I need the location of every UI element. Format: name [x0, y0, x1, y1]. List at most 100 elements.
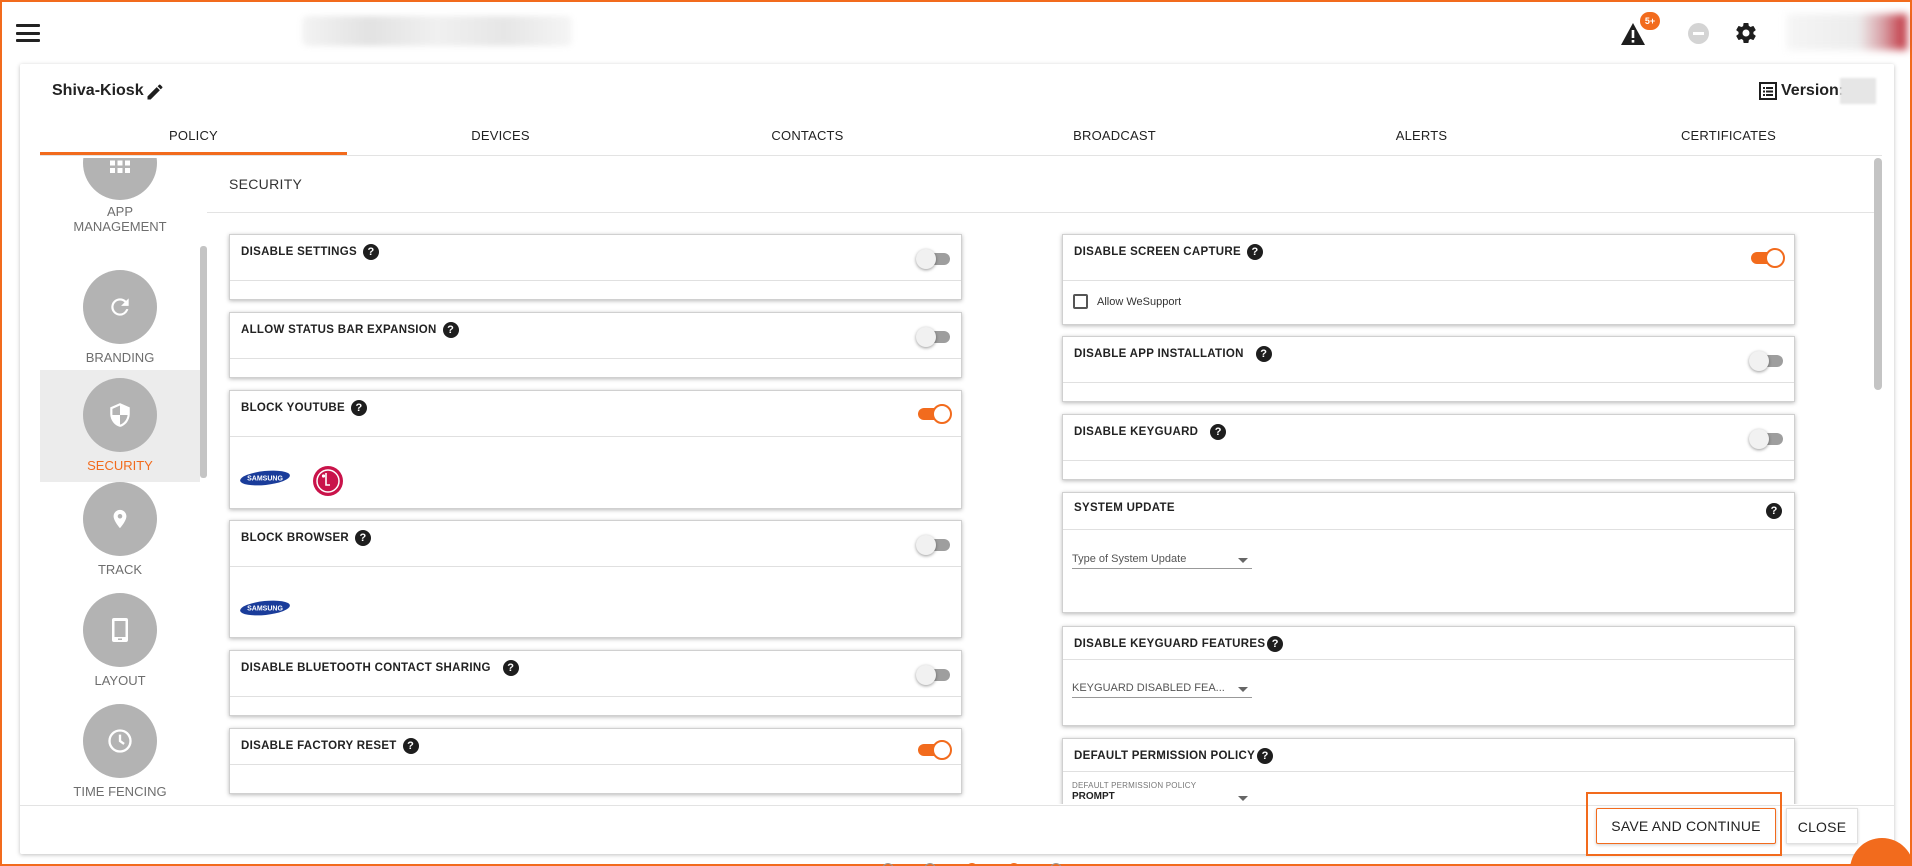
sidebar-label-track: TRACK [97, 562, 143, 577]
version-info: Version: [1759, 82, 1844, 100]
security-settings-main: SECURITY DISABLE SETTINGS ? ALLOW STATUS… [207, 158, 1875, 804]
panel-disable-screen-capture: DISABLE SCREEN CAPTURE ? Allow WeSupport [1062, 234, 1795, 325]
tab-devices[interactable]: DEVICES [347, 120, 654, 155]
panel-title: DISABLE APP INSTALLATION ? [1074, 346, 1272, 362]
help-icon[interactable]: ? [1255, 346, 1272, 362]
panel-title-text: DEFAULT PERMISSION POLICY [1074, 750, 1256, 762]
tab-policy[interactable]: POLICY [40, 120, 347, 155]
clock-icon [83, 704, 157, 778]
hamburger-icon[interactable] [16, 24, 40, 42]
sidebar-item-time-fencing[interactable]: TIME FENCING [40, 704, 200, 804]
panel-disable-settings: DISABLE SETTINGS ? [229, 234, 962, 300]
default-permission-select[interactable]: PROMPT [1072, 791, 1252, 804]
sidebar-label-management: MANAGEMENT [73, 219, 167, 234]
panel-disable-app-installation: DISABLE APP INSTALLATION ? [1062, 336, 1795, 402]
policy-tabs: POLICY DEVICES CONTACTS BROADCAST ALERTS… [40, 120, 1882, 156]
section-divider [207, 212, 1875, 213]
shield-icon [83, 378, 157, 452]
panel-title-text: DISABLE FACTORY RESET [241, 740, 397, 752]
panel-title-text: DISABLE SCREEN CAPTURE [1074, 246, 1241, 258]
help-icon[interactable]: ? [355, 530, 372, 546]
select-placeholder: Type of System Update [1072, 553, 1187, 565]
panel-title-text: BLOCK BROWSER [241, 532, 350, 544]
sidebar-item-security[interactable]: SECURITY [40, 370, 200, 482]
panel-title-text: DISABLE APP INSTALLATION [1074, 348, 1244, 360]
tab-broadcast[interactable]: BROADCAST [961, 120, 1268, 155]
toggle-disable-factory-reset[interactable] [916, 739, 952, 760]
svg-text:SAMSUNG: SAMSUNG [247, 606, 283, 613]
tab-contacts[interactable]: CONTACTS [654, 120, 961, 155]
lg-logo [313, 466, 343, 496]
panel-title-text: BLOCK YOUTUBE [241, 402, 345, 414]
toggle-block-youtube[interactable] [916, 403, 952, 424]
panel-keyguard-features: DISABLE KEYGUARD FEATURES ? KEYGUARD DIS… [1062, 626, 1795, 726]
help-icon[interactable]: ? [1246, 244, 1263, 260]
panel-block-youtube: BLOCK YOUTUBE ? SAMSUNG [229, 390, 962, 509]
toggle-disable-bluetooth[interactable] [916, 664, 952, 685]
help-icon[interactable]: ? [1766, 503, 1782, 519]
chevron-down-icon [1238, 796, 1248, 801]
help-icon[interactable]: ? [351, 400, 367, 416]
list-icon [1759, 82, 1777, 100]
blurred-version-value [1840, 78, 1876, 104]
allow-wesupport-label: Allow WeSupport [1097, 296, 1182, 308]
gear-icon[interactable] [1734, 21, 1758, 45]
system-update-select[interactable]: Type of System Update [1072, 553, 1252, 569]
tab-certificates[interactable]: CERTIFICATES [1575, 120, 1882, 155]
sidenav-scrollbar[interactable] [200, 246, 207, 478]
panel-title: DISABLE KEYGUARD ? [1074, 424, 1227, 440]
panel-title: DISABLE FACTORY RESET ? [241, 738, 419, 754]
panel-system-update: SYSTEM UPDATE ? Type of System Update [1062, 492, 1795, 613]
sidebar-label-branding: BRANDING [85, 350, 155, 365]
panel-title: DISABLE BLUETOOTH CONTACT SHARING ? [241, 660, 519, 676]
phone-icon [83, 593, 157, 667]
sidebar-item-app-management[interactable]: APP MANAGEMENT [40, 158, 200, 238]
keyguard-features-select[interactable]: KEYGUARD DISABLED FEA... [1072, 682, 1252, 698]
toggle-disable-keyguard[interactable] [1749, 428, 1785, 449]
tab-alerts[interactable]: ALERTS [1268, 120, 1575, 155]
help-icon[interactable]: ? [442, 322, 459, 338]
toggle-allow-status-bar[interactable] [916, 326, 952, 347]
allow-wesupport-checkbox[interactable] [1073, 294, 1088, 309]
panel-title: DISABLE KEYGUARD FEATURES ? [1074, 636, 1284, 652]
settings-sidenav: APP MANAGEMENT BRANDING SECURITY TRACK L… [40, 158, 200, 804]
sidebar-item-layout[interactable]: LAYOUT [40, 593, 200, 705]
toggle-disable-screen-capture[interactable] [1749, 247, 1785, 268]
sidebar-item-branding[interactable]: BRANDING [40, 270, 200, 382]
toggle-disable-app-installation[interactable] [1749, 350, 1785, 371]
pencil-icon[interactable] [145, 82, 165, 102]
help-icon[interactable]: ? [402, 738, 419, 754]
panel-title-text: DISABLE SETTINGS [241, 246, 357, 258]
samsung-logo: SAMSUNG [240, 470, 290, 486]
panel-disable-bluetooth-contact: DISABLE BLUETOOTH CONTACT SHARING ? [229, 650, 962, 716]
panel-title: DISABLE SCREEN CAPTURE ? [1074, 244, 1263, 260]
help-icon[interactable]: ? [1210, 424, 1227, 440]
blurred-org-title [302, 16, 572, 46]
panel-title: ALLOW STATUS BAR EXPANSION ? [241, 322, 459, 338]
location-pin-icon [83, 482, 157, 556]
help-icon[interactable]: ? [502, 660, 519, 676]
default-permission-field-label: DEFAULT PERMISSION POLICY [1072, 781, 1197, 790]
panel-title-text: DISABLE KEYGUARD FEATURES [1074, 638, 1266, 650]
help-icon[interactable]: ? [362, 244, 379, 260]
panel-title: DEFAULT PERMISSION POLICY ? [1074, 748, 1274, 764]
panel-title-text: DISABLE KEYGUARD [1074, 426, 1199, 438]
toggle-disable-settings[interactable] [916, 248, 952, 269]
panel-title: SYSTEM UPDATE [1074, 502, 1175, 514]
sidebar-label-security: SECURITY [87, 458, 153, 473]
help-icon[interactable]: ? [1267, 636, 1284, 652]
toggle-block-browser[interactable] [916, 534, 952, 555]
sidebar-label-layout: LAYOUT [94, 673, 146, 688]
sidebar-item-track[interactable]: TRACK [40, 482, 200, 594]
sidebar-label-app: APP [106, 204, 133, 219]
help-icon[interactable]: ? [1257, 748, 1274, 764]
blurred-user-menu[interactable] [1787, 14, 1907, 50]
select-value: PROMPT [1072, 791, 1115, 802]
close-button[interactable]: CLOSE [1786, 808, 1858, 844]
top-bar: 5+ [2, 2, 1910, 62]
save-and-continue-button[interactable]: SAVE AND CONTINUE [1596, 808, 1776, 844]
main-scrollbar[interactable] [1874, 158, 1882, 390]
alert-count-badge: 5+ [1640, 12, 1660, 30]
minus-circle-icon[interactable] [1688, 23, 1709, 44]
chevron-down-icon [1238, 558, 1248, 563]
